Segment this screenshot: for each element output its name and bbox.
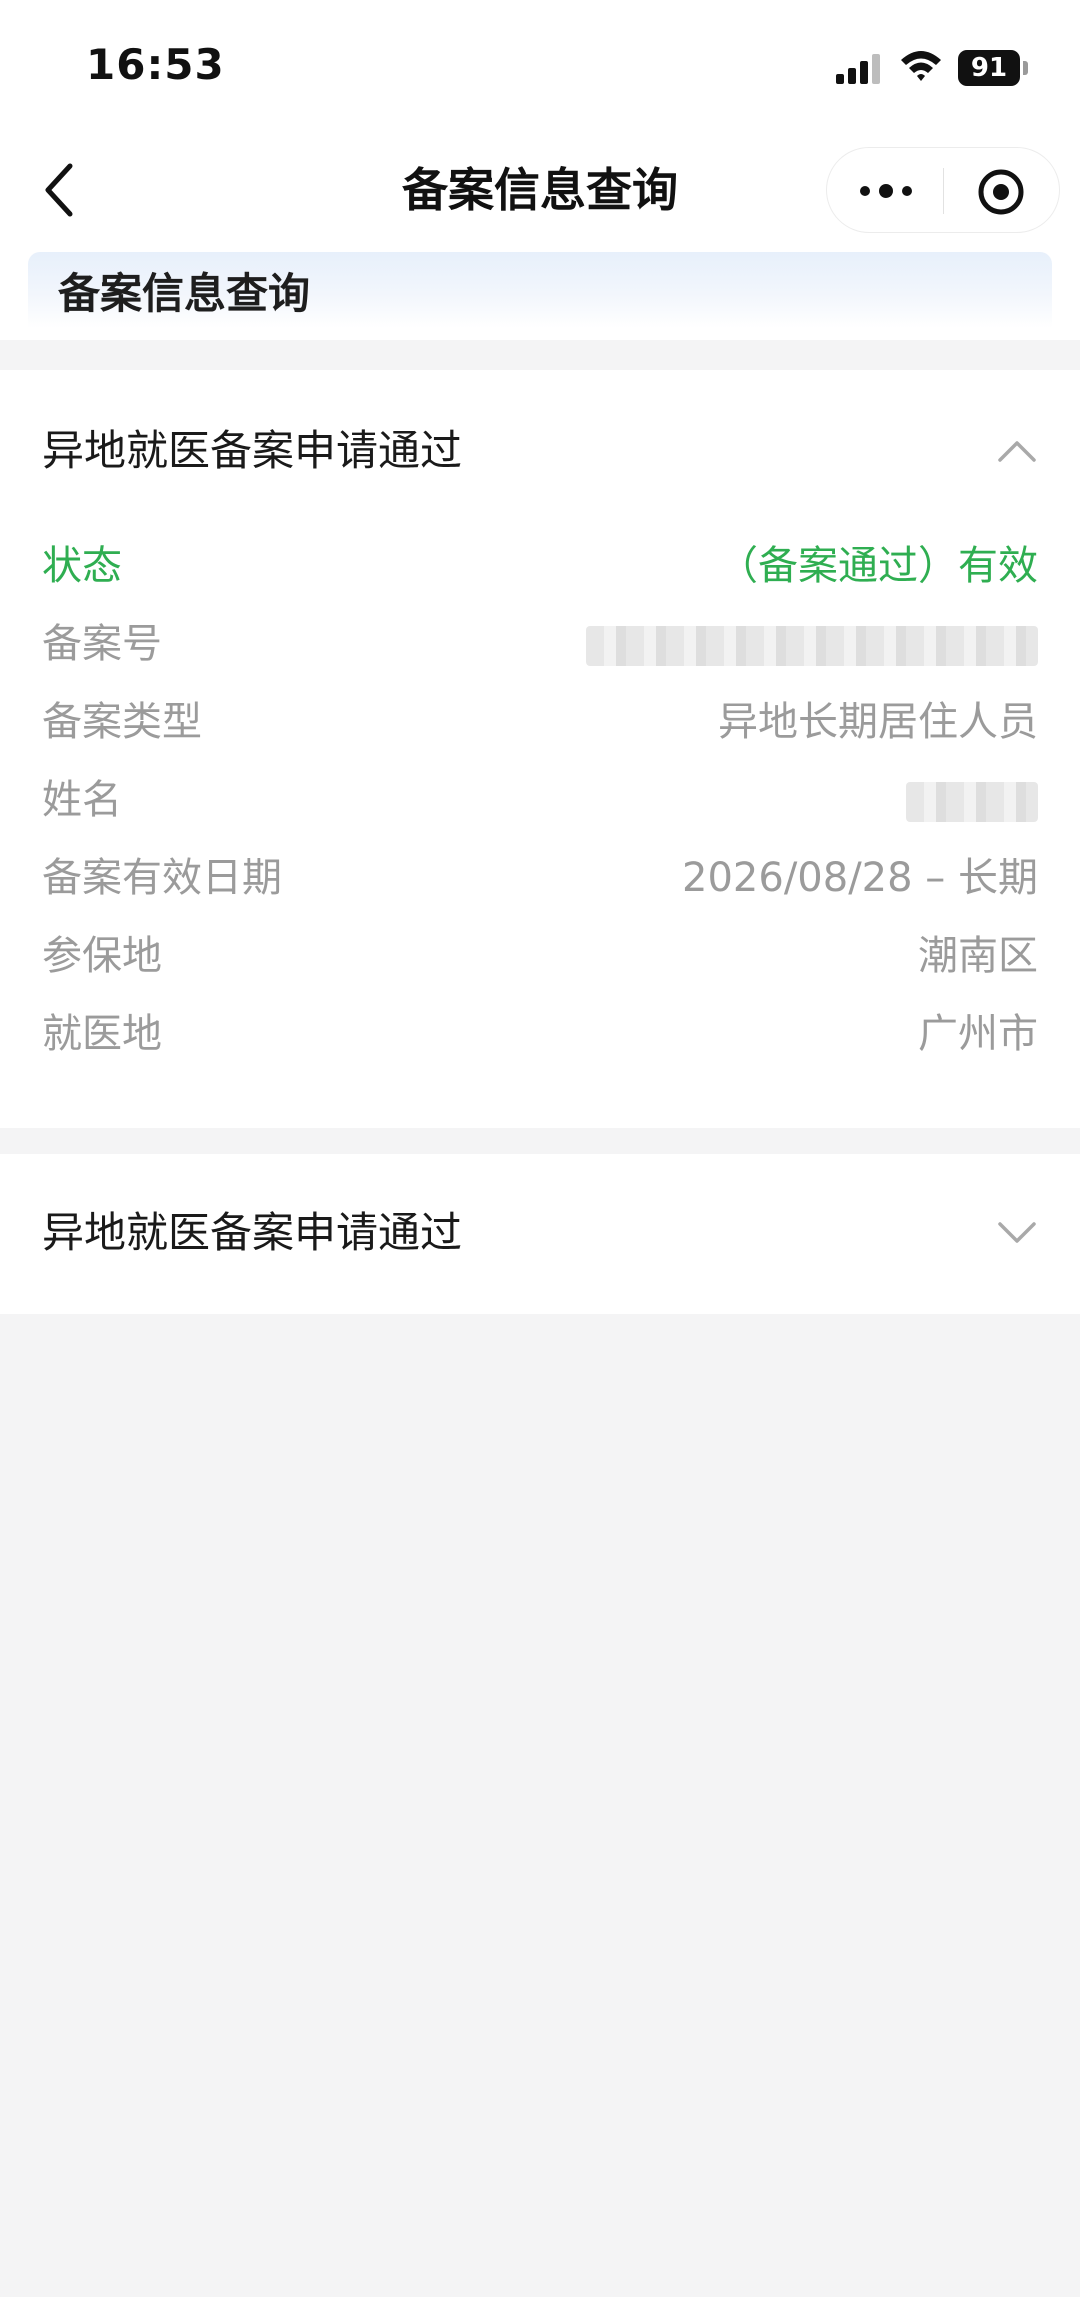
row-valid-date: 备案有效日期 2026/08/28 – 长期: [42, 848, 1038, 908]
record-card-expanded: 异地就医备案申请通过 状态 （备案通过）有效 备案号 备案类型 异地长期居住人员…: [0, 370, 1080, 1128]
status-time: 16:53: [86, 40, 225, 89]
row-value: 广州市: [918, 1011, 1038, 1057]
battery-icon: 91: [958, 50, 1030, 86]
row-name: 姓名: [42, 770, 1038, 830]
wifi-icon: [901, 51, 941, 81]
row-medical-place: 就医地 广州市: [42, 1004, 1038, 1064]
row-label: 状态: [42, 543, 122, 589]
battery-level: 91: [958, 50, 1020, 86]
mini-program-capsule: [826, 147, 1060, 233]
row-value: 异地长期居住人员: [718, 699, 1038, 745]
chevron-up-icon[interactable]: [996, 438, 1038, 464]
more-dots-icon[interactable]: [851, 171, 921, 211]
row-insured-place: 参保地 潮南区: [42, 926, 1038, 986]
row-label: 备案号: [42, 621, 162, 667]
card-title[interactable]: 异地就医备案申请通过: [42, 1205, 462, 1261]
banner-title: 备案信息查询: [58, 269, 311, 318]
battery-tip: [1023, 61, 1028, 75]
card-title[interactable]: 异地就医备案申请通过: [42, 423, 462, 479]
top-bar: 16:53 91 备案信息查询 备案信息查询: [0, 0, 1080, 340]
section-banner: 备案信息查询: [28, 252, 1052, 328]
redacted-name: [906, 782, 1038, 822]
status-value: （备案通过）有效: [718, 543, 1038, 589]
row-label: 备案类型: [42, 699, 202, 745]
row-value: 潮南区: [918, 933, 1038, 979]
row-label: 就医地: [42, 1011, 162, 1057]
target-circle-icon[interactable]: [975, 166, 1027, 218]
record-card-collapsed[interactable]: 异地就医备案申请通过: [0, 1154, 1080, 1314]
cellular-signal-icon: [836, 54, 880, 84]
row-label: 备案有效日期: [42, 855, 282, 901]
row-label: 参保地: [42, 933, 162, 979]
row-value: 2026/08/28 – 长期: [682, 855, 1038, 901]
row-record-number: 备案号: [42, 614, 1038, 674]
row-status: 状态 （备案通过）有效: [42, 536, 1038, 596]
redacted-record-number: [586, 626, 1038, 666]
row-record-type: 备案类型 异地长期居住人员: [42, 692, 1038, 752]
capsule-divider: [943, 168, 944, 214]
row-label: 姓名: [42, 777, 122, 823]
chevron-down-icon[interactable]: [996, 1220, 1038, 1246]
